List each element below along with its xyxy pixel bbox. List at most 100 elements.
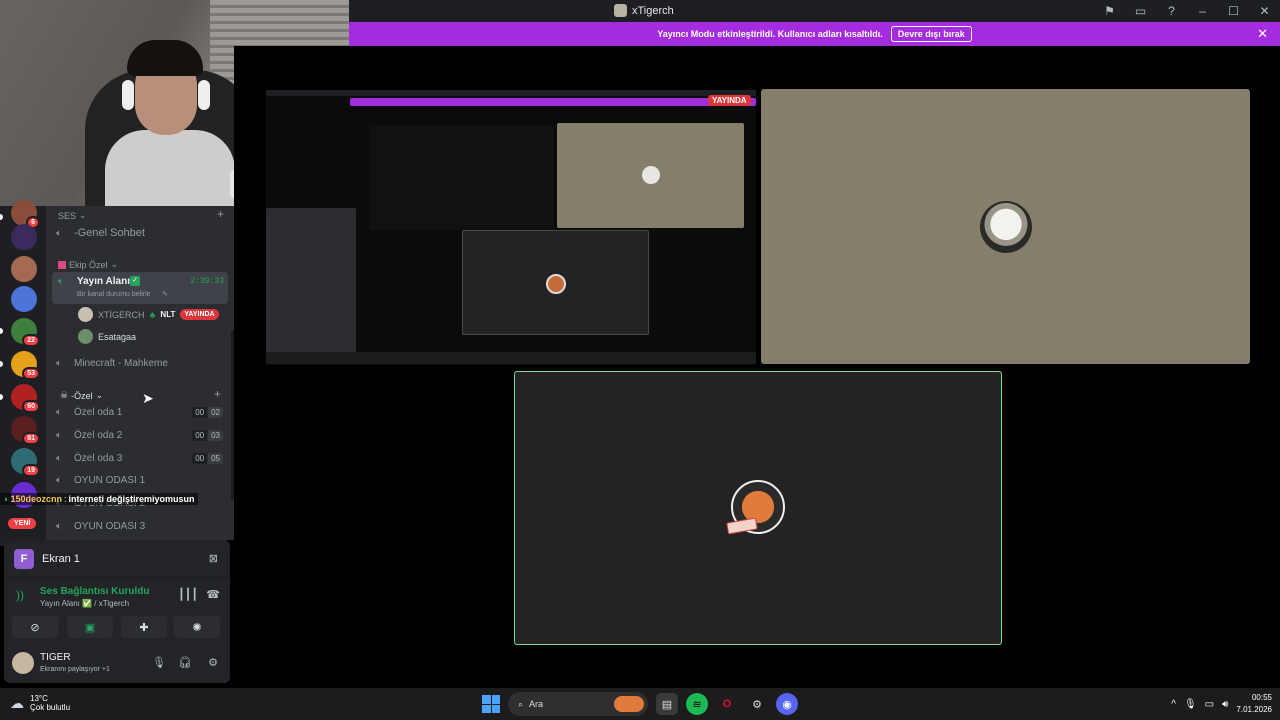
noise-suppression-icon[interactable]: ┃┃┃ — [178, 588, 198, 601]
add-channel-icon[interactable]: + — [217, 207, 224, 221]
signal-icon: )) — [16, 588, 24, 602]
mini-nested-screen — [369, 125, 554, 230]
server-badge: 53 — [22, 367, 40, 380]
pencil-icon[interactable]: ✎ — [162, 290, 168, 298]
live-badge: YAYINDA — [708, 95, 751, 106]
server-icon[interactable]: 22 — [11, 318, 40, 347]
speaker-icon: 🔈︎ — [58, 276, 64, 287]
search-placeholder: Ara — [529, 699, 544, 709]
channel-status[interactable]: Bir kanal durumu belirle — [77, 291, 151, 298]
flag-icon[interactable]: ⚑ — [1094, 0, 1125, 22]
check-icon: ✓ — [130, 276, 140, 286]
avatar — [78, 329, 93, 344]
disconnect-icon[interactable]: ☎ — [206, 588, 220, 601]
server-icon[interactable]: 60 — [11, 384, 40, 413]
weather-widget[interactable]: ☁ 13°C Çok bulutlu — [10, 694, 70, 712]
server-icon[interactable]: 6 — [11, 200, 40, 229]
category-label: SES — [58, 210, 77, 221]
date: 7.01.2026 — [1236, 705, 1272, 714]
speaker-icon: 🔈︎ — [56, 357, 62, 369]
chat-username: 150deozcnn — [10, 494, 62, 504]
mini-user-avatar — [546, 274, 566, 294]
voice-channel-yayin-alani[interactable]: 🔈︎ Yayın Alanı ✓ 2:39:33 Bir kanal durum… — [52, 272, 228, 304]
close-button[interactable]: ✕ — [1249, 0, 1280, 22]
channel-label: Özel oda 3 — [74, 452, 123, 464]
category-ozel[interactable]: ☠ -Özel ⌄ — [60, 390, 103, 401]
settings-gear-icon[interactable]: ⚙ — [208, 656, 218, 669]
server-icon[interactable] — [11, 286, 37, 312]
task-view-icon[interactable]: ▤ — [656, 693, 678, 715]
server-icon[interactable]: 53 — [11, 351, 40, 380]
microphone-tray-icon[interactable]: 🎙︎ — [1184, 699, 1197, 710]
voice-status-subtitle[interactable]: Yayın Alanı ✅ / xTigerch — [40, 599, 129, 608]
add-channel-icon[interactable]: + — [214, 387, 221, 401]
avatar — [78, 307, 93, 322]
stream-preview-row[interactable]: F Ekran 1 ⊠ — [4, 540, 230, 578]
window-title-group: xTigerch — [614, 4, 674, 17]
windows-taskbar: ☁ 13°C Çok bulutlu ⌕ Ara ▤ ≋ O ⚙ ◉ ^ 🎙︎ … — [0, 688, 1280, 720]
mini-titlebar — [266, 90, 756, 96]
category-ekip[interactable]: Ekip Özel ⌄ — [58, 259, 118, 270]
volume-icon[interactable]: 🔊︎ — [1222, 699, 1228, 710]
channel-label: -Genel Sohbet — [74, 227, 145, 239]
soundboard-button[interactable]: ✺ — [174, 616, 220, 638]
server-badge: 22 — [22, 334, 40, 347]
spotify-icon[interactable]: ≋ — [686, 693, 708, 715]
taskbar-search[interactable]: ⌕ Ara — [508, 692, 648, 716]
windows-start-icon[interactable] — [482, 695, 500, 713]
screen-share-button[interactable]: ▣ — [67, 616, 113, 638]
opera-gx-icon[interactable]: O — [716, 693, 738, 715]
call-timer: 2:39:33 — [190, 277, 224, 286]
mini-sidebar — [266, 208, 356, 358]
current-user[interactable]: TIGER Ekranını paylaşıyor +1 🎙︎ 🎧︎ ⚙ — [10, 648, 224, 680]
server-badge: 19 — [22, 464, 40, 477]
voice-channel-ozel-oda-3[interactable]: 🔈︎ Özel oda 3 00 05 — [56, 448, 231, 468]
participant-tile-user[interactable] — [514, 371, 1002, 645]
server-icon[interactable]: 81 — [11, 416, 40, 445]
activities-button[interactable]: ✚ — [121, 616, 167, 638]
screen-share-tile[interactable] — [266, 90, 756, 365]
chevron-down-icon: ⌄ — [79, 210, 87, 220]
voice-channel-ozel-oda-2[interactable]: 🔈︎ Özel oda 2 00 03 — [56, 425, 231, 445]
time: 00:55 — [1251, 693, 1272, 702]
server-icon[interactable] — [11, 224, 37, 250]
help-icon[interactable]: ? — [1156, 0, 1187, 22]
camera-off-icon: ⊘ — [30, 621, 40, 634]
steam-icon[interactable]: ⚙ — [746, 693, 768, 715]
voice-channel-oyun-1[interactable]: 🔈︎ OYUN ODASI 1 — [56, 470, 231, 490]
banner-close-icon[interactable]: ✕ — [1257, 26, 1268, 42]
participant-tile-tiger[interactable] — [761, 89, 1250, 364]
discord-icon[interactable]: ◉ — [776, 693, 798, 715]
user-limit: 00 03 — [192, 429, 223, 441]
user-name: XTİGERCH — [98, 309, 145, 320]
voice-channel-genel[interactable]: 🔈︎ -Genel Sohbet — [56, 223, 231, 243]
minimize-button[interactable]: – — [1187, 0, 1218, 22]
maximize-button[interactable]: ☐ — [1218, 0, 1249, 22]
headphones-icon[interactable]: 🎧︎ — [178, 656, 192, 669]
chevron-up-icon[interactable]: ^ — [1171, 699, 1176, 710]
camera-button[interactable]: ⊘ — [12, 616, 58, 638]
inbox-icon[interactable]: ▭ — [1125, 0, 1156, 22]
category-ses[interactable]: SES ⌄ — [58, 210, 87, 221]
stop-stream-icon[interactable]: ⊠ — [209, 552, 218, 565]
clock[interactable]: 00:55 7.01.2026 — [1236, 692, 1272, 716]
disable-streamer-mode-button[interactable]: Devre dışı bırak — [890, 26, 972, 42]
voice-user-esatagaa[interactable]: Esatagaa — [78, 329, 136, 344]
chevron-down-icon: ⌄ — [110, 259, 119, 269]
voice-channel-minecraft[interactable]: 🔈︎ Minecraft - Mahkeme — [56, 353, 231, 373]
search-icon: ⌕ — [518, 698, 524, 709]
app-icon — [614, 4, 627, 17]
display-icon[interactable]: ▭ — [1205, 699, 1214, 710]
user-count: 00 — [192, 406, 208, 418]
microphone-icon[interactable]: 🎙︎ — [152, 656, 166, 669]
voice-status-title[interactable]: Ses Bağlantısı Kuruldu — [40, 586, 149, 597]
voice-user-xtigerch[interactable]: XTİGERCH ♣ NLT YAYINDA — [78, 307, 219, 322]
server-icon[interactable] — [11, 256, 37, 282]
chat-overlay: ◖ 150deozcnn : interneti değiştiremiyomu… — [0, 493, 198, 505]
temperature: 13°C — [30, 694, 48, 703]
voice-channel-oyun-3[interactable]: 🔈︎ OYUN ODASI 3 — [56, 516, 231, 536]
user-count: 00 — [192, 429, 208, 441]
user-tag: NLT — [160, 310, 176, 319]
server-icon[interactable]: 19 — [11, 448, 40, 477]
headset-left — [122, 80, 134, 110]
